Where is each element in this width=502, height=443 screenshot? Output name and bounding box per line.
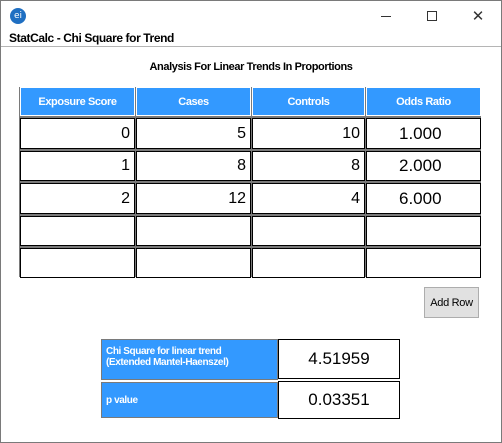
add-row-button[interactable]: Add Row [424, 287, 479, 318]
cases-cell[interactable] [136, 216, 251, 246]
p-value: 0.03351 [278, 381, 400, 419]
app-icon: ei [10, 8, 26, 24]
odds-ratio-cell [366, 216, 481, 246]
column-header-odds-ratio[interactable]: Odds Ratio [366, 87, 481, 116]
exposure-score-cell[interactable]: 2 [20, 183, 135, 214]
minimize-icon [381, 15, 391, 17]
chi-square-label: Chi Square for linear trend (Extended Ma… [101, 339, 278, 380]
chi-square-label-line1: Chi Square for linear trend [106, 346, 222, 357]
chi-square-value: 4.51959 [278, 339, 400, 379]
controls-cell[interactable]: 8 [252, 151, 365, 181]
odds-ratio-cell: 1.000 [366, 118, 481, 149]
controls-cell[interactable]: 4 [252, 183, 365, 214]
close-icon: ✕ [471, 6, 485, 25]
cases-cell[interactable]: 8 [136, 151, 251, 181]
cases-cell[interactable]: 12 [136, 183, 251, 214]
controls-cell[interactable] [252, 248, 365, 278]
odds-ratio-cell: 2.000 [366, 151, 481, 181]
maximize-icon [427, 11, 437, 21]
exposure-score-cell[interactable]: 1 [20, 151, 135, 181]
data-grid: Exposure Score Cases Controls Odds Ratio… [19, 87, 481, 278]
column-header-cases[interactable]: Cases [136, 87, 251, 116]
exposure-score-cell[interactable] [20, 248, 135, 278]
form-header: StatCalc - Chi Square for Trend [1, 31, 501, 47]
window-title: StatCalc - Chi Square for Trend [9, 31, 174, 45]
analysis-subtitle: Analysis For Linear Trends In Proportion… [149, 61, 353, 73]
column-header-controls[interactable]: Controls [252, 87, 365, 116]
controls-cell[interactable] [252, 216, 365, 246]
minimize-button[interactable] [363, 1, 409, 31]
odds-ratio-cell [366, 248, 481, 278]
exposure-score-cell[interactable]: 0 [20, 118, 135, 149]
close-button[interactable]: ✕ [455, 1, 501, 31]
column-header-exposure-score[interactable]: Exposure Score [20, 87, 135, 116]
cases-cell[interactable]: 5 [136, 118, 251, 149]
cases-cell[interactable] [136, 248, 251, 278]
statcalc-window: ei ✕ StatCalc - Chi Square for Trend Ana… [0, 0, 502, 443]
maximize-button[interactable] [409, 1, 455, 31]
p-value-label: p value [101, 382, 278, 418]
odds-ratio-cell: 6.000 [366, 183, 481, 214]
chi-square-label-line2: (Extended Mantel-Haenszel) [106, 357, 229, 368]
controls-cell[interactable]: 10 [252, 118, 365, 149]
exposure-score-cell[interactable] [20, 216, 135, 246]
title-bar[interactable]: ei ✕ [1, 1, 501, 31]
